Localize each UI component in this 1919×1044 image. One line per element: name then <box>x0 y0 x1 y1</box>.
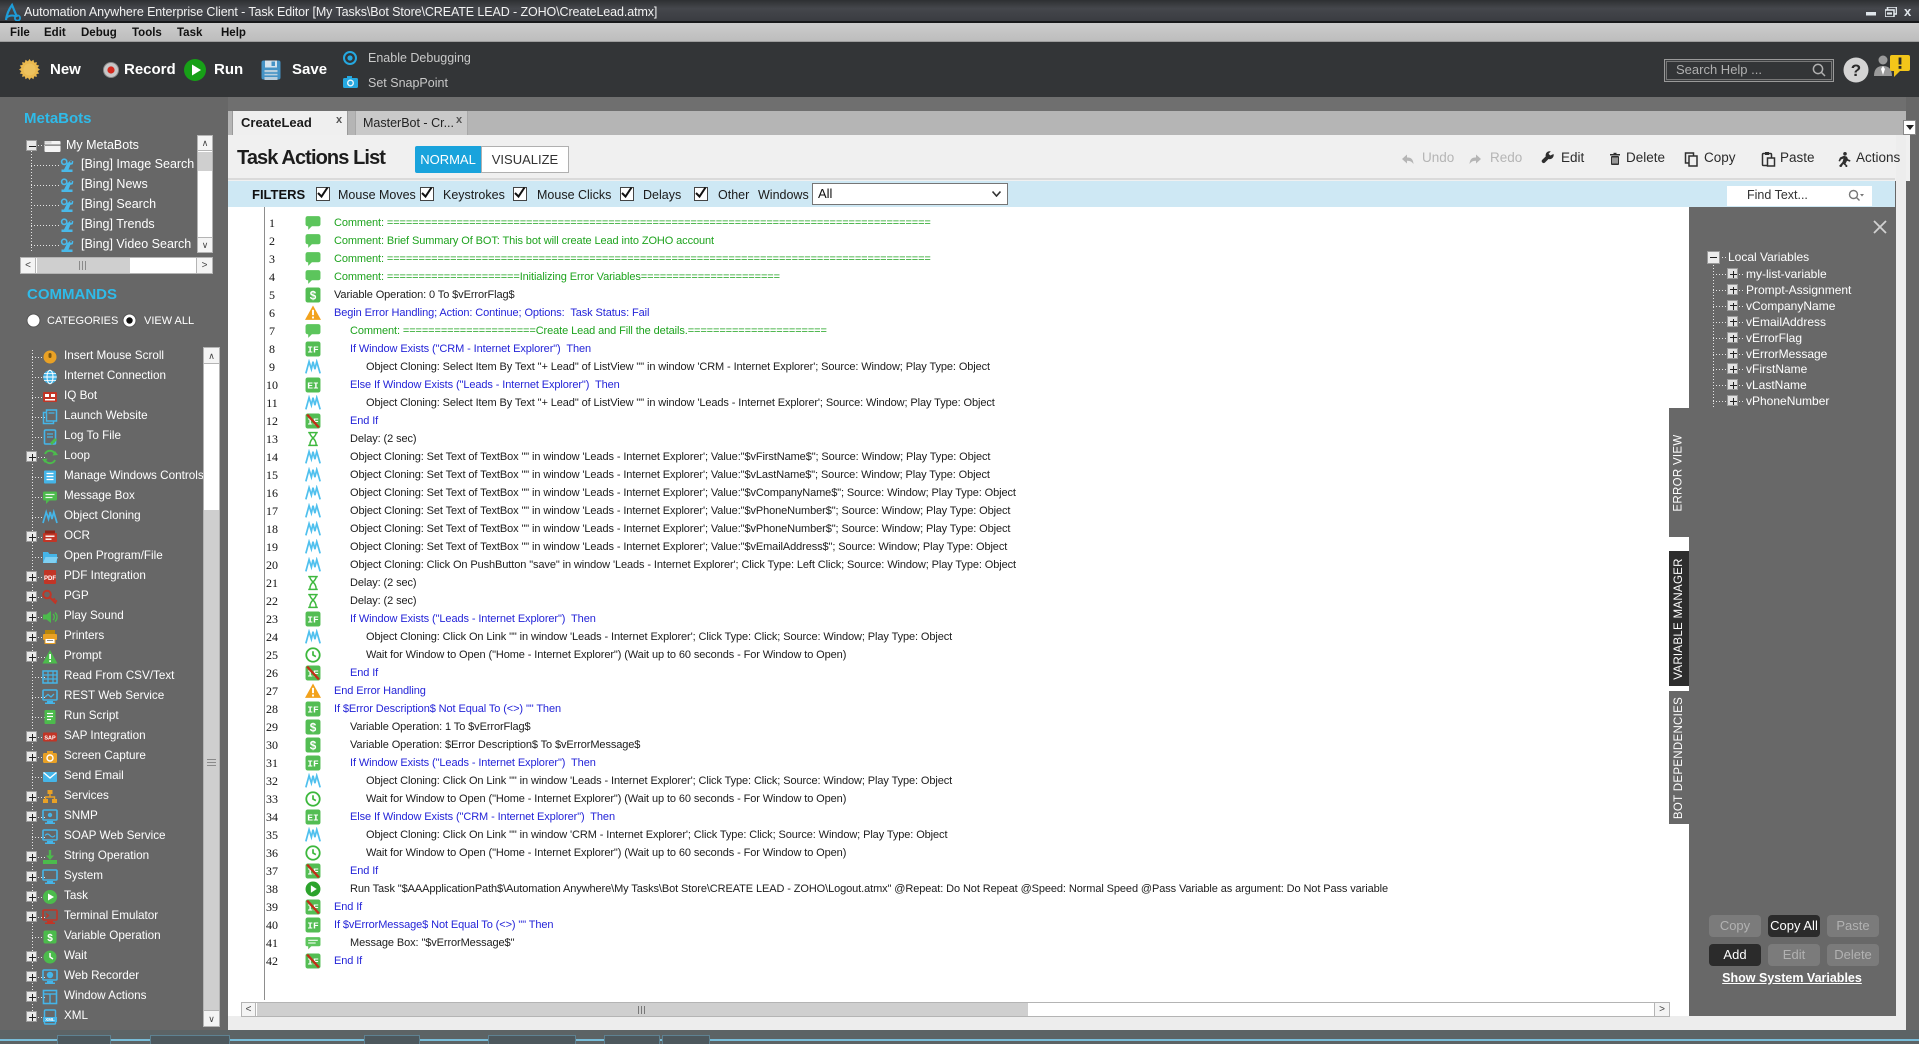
svg-text:IF: IF <box>307 759 319 770</box>
svg-text:SAP: SAP <box>44 736 56 742</box>
svg-text:$: $ <box>310 289 317 302</box>
svg-text:?: ? <box>1851 61 1861 80</box>
svg-text:IF: IF <box>307 705 319 716</box>
svg-text:$: $ <box>310 721 317 734</box>
svg-text:EI: EI <box>307 381 319 392</box>
svg-text:EI: EI <box>307 813 319 824</box>
svg-text:$: $ <box>310 739 317 752</box>
svg-text:XML: XML <box>45 1017 55 1022</box>
svg-text:IF: IF <box>307 345 319 356</box>
svg-text:PDF: PDF <box>44 576 56 582</box>
svg-text:IF: IF <box>307 615 319 626</box>
svg-text:$: $ <box>47 933 53 944</box>
svg-text:IF: IF <box>307 921 319 932</box>
